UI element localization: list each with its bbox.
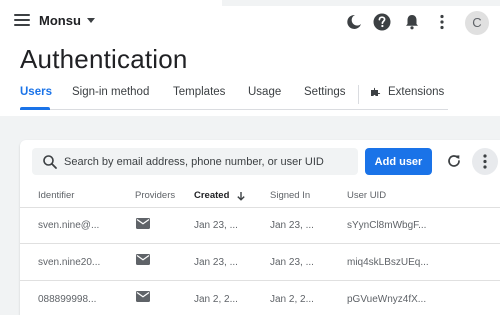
cell-user-uid: sYynCl8mWbgF... <box>347 220 427 231</box>
extensions-icon <box>371 87 381 96</box>
active-tab-indicator <box>20 107 50 110</box>
table-more-button[interactable] <box>472 148 498 175</box>
add-user-button[interactable]: Add user <box>365 148 432 175</box>
top-bar-background-strip <box>222 0 500 6</box>
column-header-created-label: Created <box>194 190 230 201</box>
email-icon <box>136 291 150 302</box>
cell-identifier: sven.nine20... <box>38 257 101 268</box>
notifications-icon[interactable] <box>402 12 422 32</box>
cell-user-uid: miq4skLBszUEq... <box>347 257 429 268</box>
refresh-icon[interactable] <box>445 152 463 170</box>
cell-user-uid: pGVueWnyz4fX... <box>347 294 427 305</box>
tab-sign-in-method[interactable]: Sign-in method <box>72 86 149 98</box>
column-header-created[interactable]: Created <box>194 190 246 201</box>
menu-icon[interactable] <box>14 14 30 28</box>
table-header-divider <box>20 207 500 208</box>
tab-users[interactable]: Users <box>20 86 52 98</box>
tab-usage[interactable]: Usage <box>248 86 281 98</box>
page-title: Authentication <box>20 44 188 74</box>
tabs-divider-line <box>20 109 448 110</box>
project-name: Monsu <box>39 13 81 28</box>
avatar[interactable]: C <box>465 11 489 35</box>
email-icon <box>136 254 150 265</box>
search-icon <box>43 154 57 169</box>
column-header-providers[interactable]: Providers <box>135 190 175 201</box>
column-header-signed-in[interactable]: Signed In <box>270 190 310 201</box>
cell-created: Jan 2, 2... <box>194 294 238 305</box>
cell-identifier: sven.nine@... <box>38 220 100 231</box>
column-header-identifier[interactable]: Identifier <box>38 190 74 201</box>
dark-mode-icon[interactable] <box>344 12 364 32</box>
tab-extensions-label: Extensions <box>388 86 445 98</box>
row-divider <box>20 243 500 244</box>
help-icon[interactable] <box>372 12 392 32</box>
search-bar[interactable] <box>32 148 358 175</box>
cell-created: Jan 23, ... <box>194 257 238 268</box>
row-divider <box>20 280 500 281</box>
cell-signed-in: Jan 23, ... <box>270 257 314 268</box>
caret-down-icon <box>86 18 95 23</box>
search-input[interactable] <box>64 155 344 168</box>
tab-templates[interactable]: Templates <box>173 86 225 98</box>
tab-settings[interactable]: Settings <box>304 86 346 98</box>
email-icon <box>136 218 150 229</box>
cell-signed-in: Jan 2, 2... <box>270 294 314 305</box>
cell-identifier: 088899998... <box>38 294 97 305</box>
tab-extensions[interactable]: Extensions <box>370 86 444 98</box>
sort-arrow-down-icon <box>237 191 246 201</box>
cell-signed-in: Jan 23, ... <box>270 220 314 231</box>
column-header-user-uid[interactable]: User UID <box>347 190 386 201</box>
project-selector[interactable]: Monsu <box>39 13 95 28</box>
tab-divider <box>358 85 359 104</box>
more-vert-icon <box>483 154 487 169</box>
cell-created: Jan 23, ... <box>194 220 238 231</box>
more-vert-icon[interactable] <box>432 12 452 32</box>
